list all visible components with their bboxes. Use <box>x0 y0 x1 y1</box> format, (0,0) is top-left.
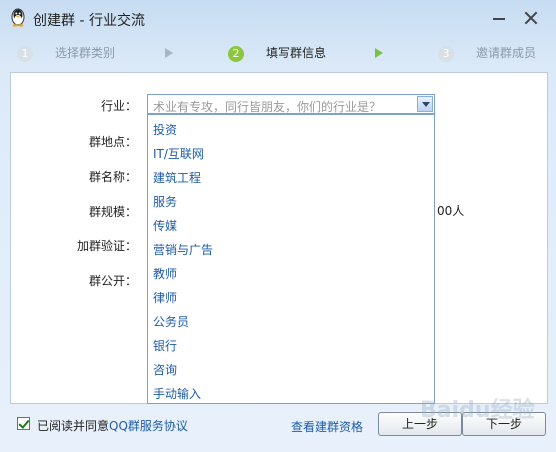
join-verify-label: 加群验证： <box>76 239 137 253</box>
step-arrow-icon <box>375 48 383 58</box>
industry-option[interactable]: 服务 <box>153 193 177 210</box>
wizard-steps: 1 选择群类别 2 填写群信息 3 邀请群成员 <box>0 38 556 68</box>
industry-option[interactable]: 手动输入 <box>153 385 201 402</box>
location-label: 群地点： <box>88 135 137 149</box>
step-3-label: 邀请群成员 <box>476 46 537 60</box>
window-title: 创建群 - 行业交流 <box>33 13 145 29</box>
step-1-number: 1 <box>17 45 33 62</box>
view-eligibility-link[interactable]: 查看建群资格 <box>291 418 363 435</box>
industry-option[interactable]: 传媒 <box>153 217 177 234</box>
agree-text: 已阅读并同意 <box>37 419 110 433</box>
step-3: 3 邀请群成员 <box>438 44 536 62</box>
close-icon[interactable] <box>522 9 540 27</box>
industry-select[interactable]: 术业有专攻，同行皆朋友，你们的行业是？ <box>147 94 435 114</box>
watermark: Baidu经验 <box>420 398 535 423</box>
industry-option[interactable]: 建筑工程 <box>153 169 201 186</box>
industry-label: 行业： <box>100 99 137 113</box>
service-agreement-link[interactable]: QQ群服务协议 <box>109 417 188 434</box>
group-name-label: 群名称： <box>88 170 137 184</box>
industry-option[interactable]: 营销与广告 <box>153 241 213 258</box>
industry-placeholder: 术业有专攻，同行皆朋友，你们的行业是？ <box>153 100 382 114</box>
industry-option[interactable]: 公务员 <box>153 313 189 330</box>
industry-option[interactable]: 银行 <box>153 337 177 354</box>
step-1: 1 选择群类别 <box>17 44 115 62</box>
step-2-number: 2 <box>228 45 244 62</box>
step-2: 2 填写群信息 <box>228 44 326 62</box>
create-group-window: 创建群 - 行业交流 1 选择群类别 2 填写群信息 3 邀请群成员 行业： 群地点：… <box>0 0 556 452</box>
industry-option[interactable]: 投资 <box>153 121 177 138</box>
industry-option[interactable]: IT/互联网 <box>153 145 204 162</box>
title-bar[interactable]: 创建群 - 行业交流 <box>0 0 556 38</box>
group-size-label: 群规模： <box>88 205 137 219</box>
step-2-label: 填写群信息 <box>266 46 327 60</box>
industry-option[interactable]: 咨询 <box>153 361 177 378</box>
step-1-label: 选择群类别 <box>55 46 116 60</box>
group-size-value: 00人 <box>437 204 465 218</box>
group-public-label: 群公开： <box>88 274 137 288</box>
step-3-number: 3 <box>438 45 454 62</box>
industry-option[interactable]: 教师 <box>153 265 177 282</box>
minimize-icon[interactable] <box>490 9 508 27</box>
industry-dropdown: 投资 IT/互联网 建筑工程 服务 传媒 营销与广告 教师 律师 公务员 银行 … <box>147 114 435 404</box>
step-arrow-icon <box>165 48 173 58</box>
industry-option[interactable]: 律师 <box>153 289 177 306</box>
chevron-down-icon[interactable] <box>417 96 433 112</box>
qq-penguin-icon <box>11 8 25 27</box>
agree-checkbox[interactable] <box>17 417 30 430</box>
